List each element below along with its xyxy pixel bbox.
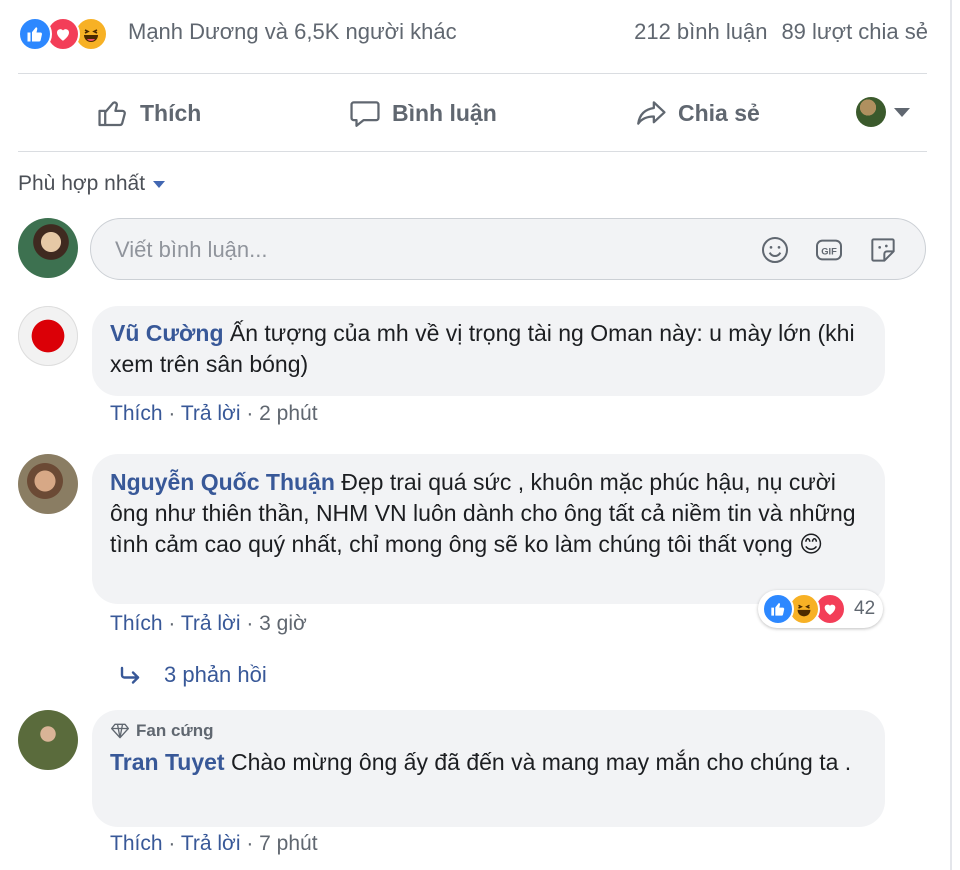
comment-reply-link[interactable]: Trả lời bbox=[181, 402, 241, 425]
comment-button-label: Bình luận bbox=[392, 99, 497, 126]
comment-actions: Thích · Trả lời · 3 giờ bbox=[110, 612, 307, 635]
engagement-counts: 212 bình luận 89 lượt chia sẻ bbox=[634, 19, 928, 45]
diamond-icon bbox=[111, 723, 129, 739]
like-button-label: Thích bbox=[140, 99, 202, 126]
comments-count[interactable]: 212 bình luận bbox=[634, 19, 767, 45]
comment-author[interactable]: Nguyễn Quốc Thuận bbox=[110, 469, 335, 495]
share-arrow-icon bbox=[637, 101, 666, 125]
comment-text: Chào mừng ông ấy đã đến và mang may mắn … bbox=[231, 749, 852, 775]
comment-bubble: Nguyễn Quốc Thuận Đẹp trai quá sức , khu… bbox=[92, 454, 885, 604]
reaction-summary[interactable] bbox=[18, 17, 108, 51]
comment-reply-link[interactable]: Trả lời bbox=[181, 832, 241, 855]
gif-icon[interactable]: GIF bbox=[813, 234, 845, 266]
like-reaction-icon bbox=[18, 17, 52, 51]
comment-author[interactable]: Vũ Cường bbox=[110, 320, 224, 346]
share-button[interactable]: Chia sẻ bbox=[634, 94, 760, 132]
sticker-icon[interactable] bbox=[867, 234, 899, 266]
chevron-down-icon[interactable] bbox=[894, 108, 910, 117]
scrollbar[interactable] bbox=[950, 0, 952, 870]
divider bbox=[18, 151, 927, 152]
comment-timestamp[interactable]: 3 giờ bbox=[259, 612, 307, 635]
commenter-avatar[interactable] bbox=[18, 454, 78, 514]
divider bbox=[18, 73, 927, 74]
shares-count[interactable]: 89 lượt chia sẻ bbox=[781, 19, 928, 45]
post-as-avatar[interactable] bbox=[856, 97, 886, 127]
commenter-avatar[interactable] bbox=[18, 710, 78, 770]
caret-down-icon bbox=[153, 180, 166, 188]
like-reaction-icon bbox=[762, 593, 794, 625]
comment-composer: GIF bbox=[90, 218, 926, 280]
replies-label: 3 phản hồi bbox=[164, 662, 267, 687]
comment-reply-link[interactable]: Trả lời bbox=[181, 612, 241, 635]
emoji-icon[interactable] bbox=[759, 234, 791, 266]
comment-timestamp[interactable]: 7 phút bbox=[259, 832, 317, 855]
comment-input[interactable] bbox=[113, 233, 717, 267]
comment-author[interactable]: Tran Tuyet bbox=[110, 749, 225, 775]
share-button-label: Chia sẻ bbox=[678, 99, 760, 126]
comment-like-link[interactable]: Thích bbox=[110, 832, 163, 855]
comment-button[interactable]: Bình luận bbox=[348, 94, 497, 132]
sort-label: Phù hợp nhất bbox=[18, 172, 146, 195]
commenter-avatar[interactable] bbox=[18, 306, 78, 366]
comment-like-link[interactable]: Thích bbox=[110, 402, 163, 425]
comment-bubble: Fan cứng Tran Tuyet Chào mừng ông ấy đã … bbox=[92, 710, 885, 827]
comment-reactions[interactable]: 42 bbox=[758, 590, 884, 628]
view-replies-link[interactable]: 3 phản hồi bbox=[118, 662, 267, 688]
current-user-avatar[interactable] bbox=[18, 218, 78, 278]
thumbs-up-icon bbox=[98, 101, 126, 127]
badge-label: Fan cứng bbox=[136, 721, 214, 740]
reaction-count: 42 bbox=[854, 598, 876, 619]
top-fan-badge: Fan cứng bbox=[110, 721, 867, 741]
like-button[interactable]: Thích bbox=[96, 94, 201, 132]
comment-timestamp[interactable]: 2 phút bbox=[259, 402, 317, 425]
comment-like-link[interactable]: Thích bbox=[110, 612, 163, 635]
reaction-names[interactable]: Mạnh Dương và 6,5K người khác bbox=[128, 19, 457, 45]
speech-bubble-icon bbox=[350, 101, 380, 127]
reply-arrow-icon bbox=[120, 666, 140, 684]
comment-bubble: Vũ Cường Ấn tượng của mh về vị trọng tài… bbox=[92, 306, 885, 396]
comment-sort-dropdown[interactable]: Phù hợp nhất bbox=[18, 172, 166, 196]
comment-actions: Thích · Trả lời · 7 phút bbox=[110, 832, 318, 855]
comment-actions: Thích · Trả lời · 2 phút bbox=[110, 402, 318, 425]
svg-text:GIF: GIF bbox=[821, 247, 837, 257]
